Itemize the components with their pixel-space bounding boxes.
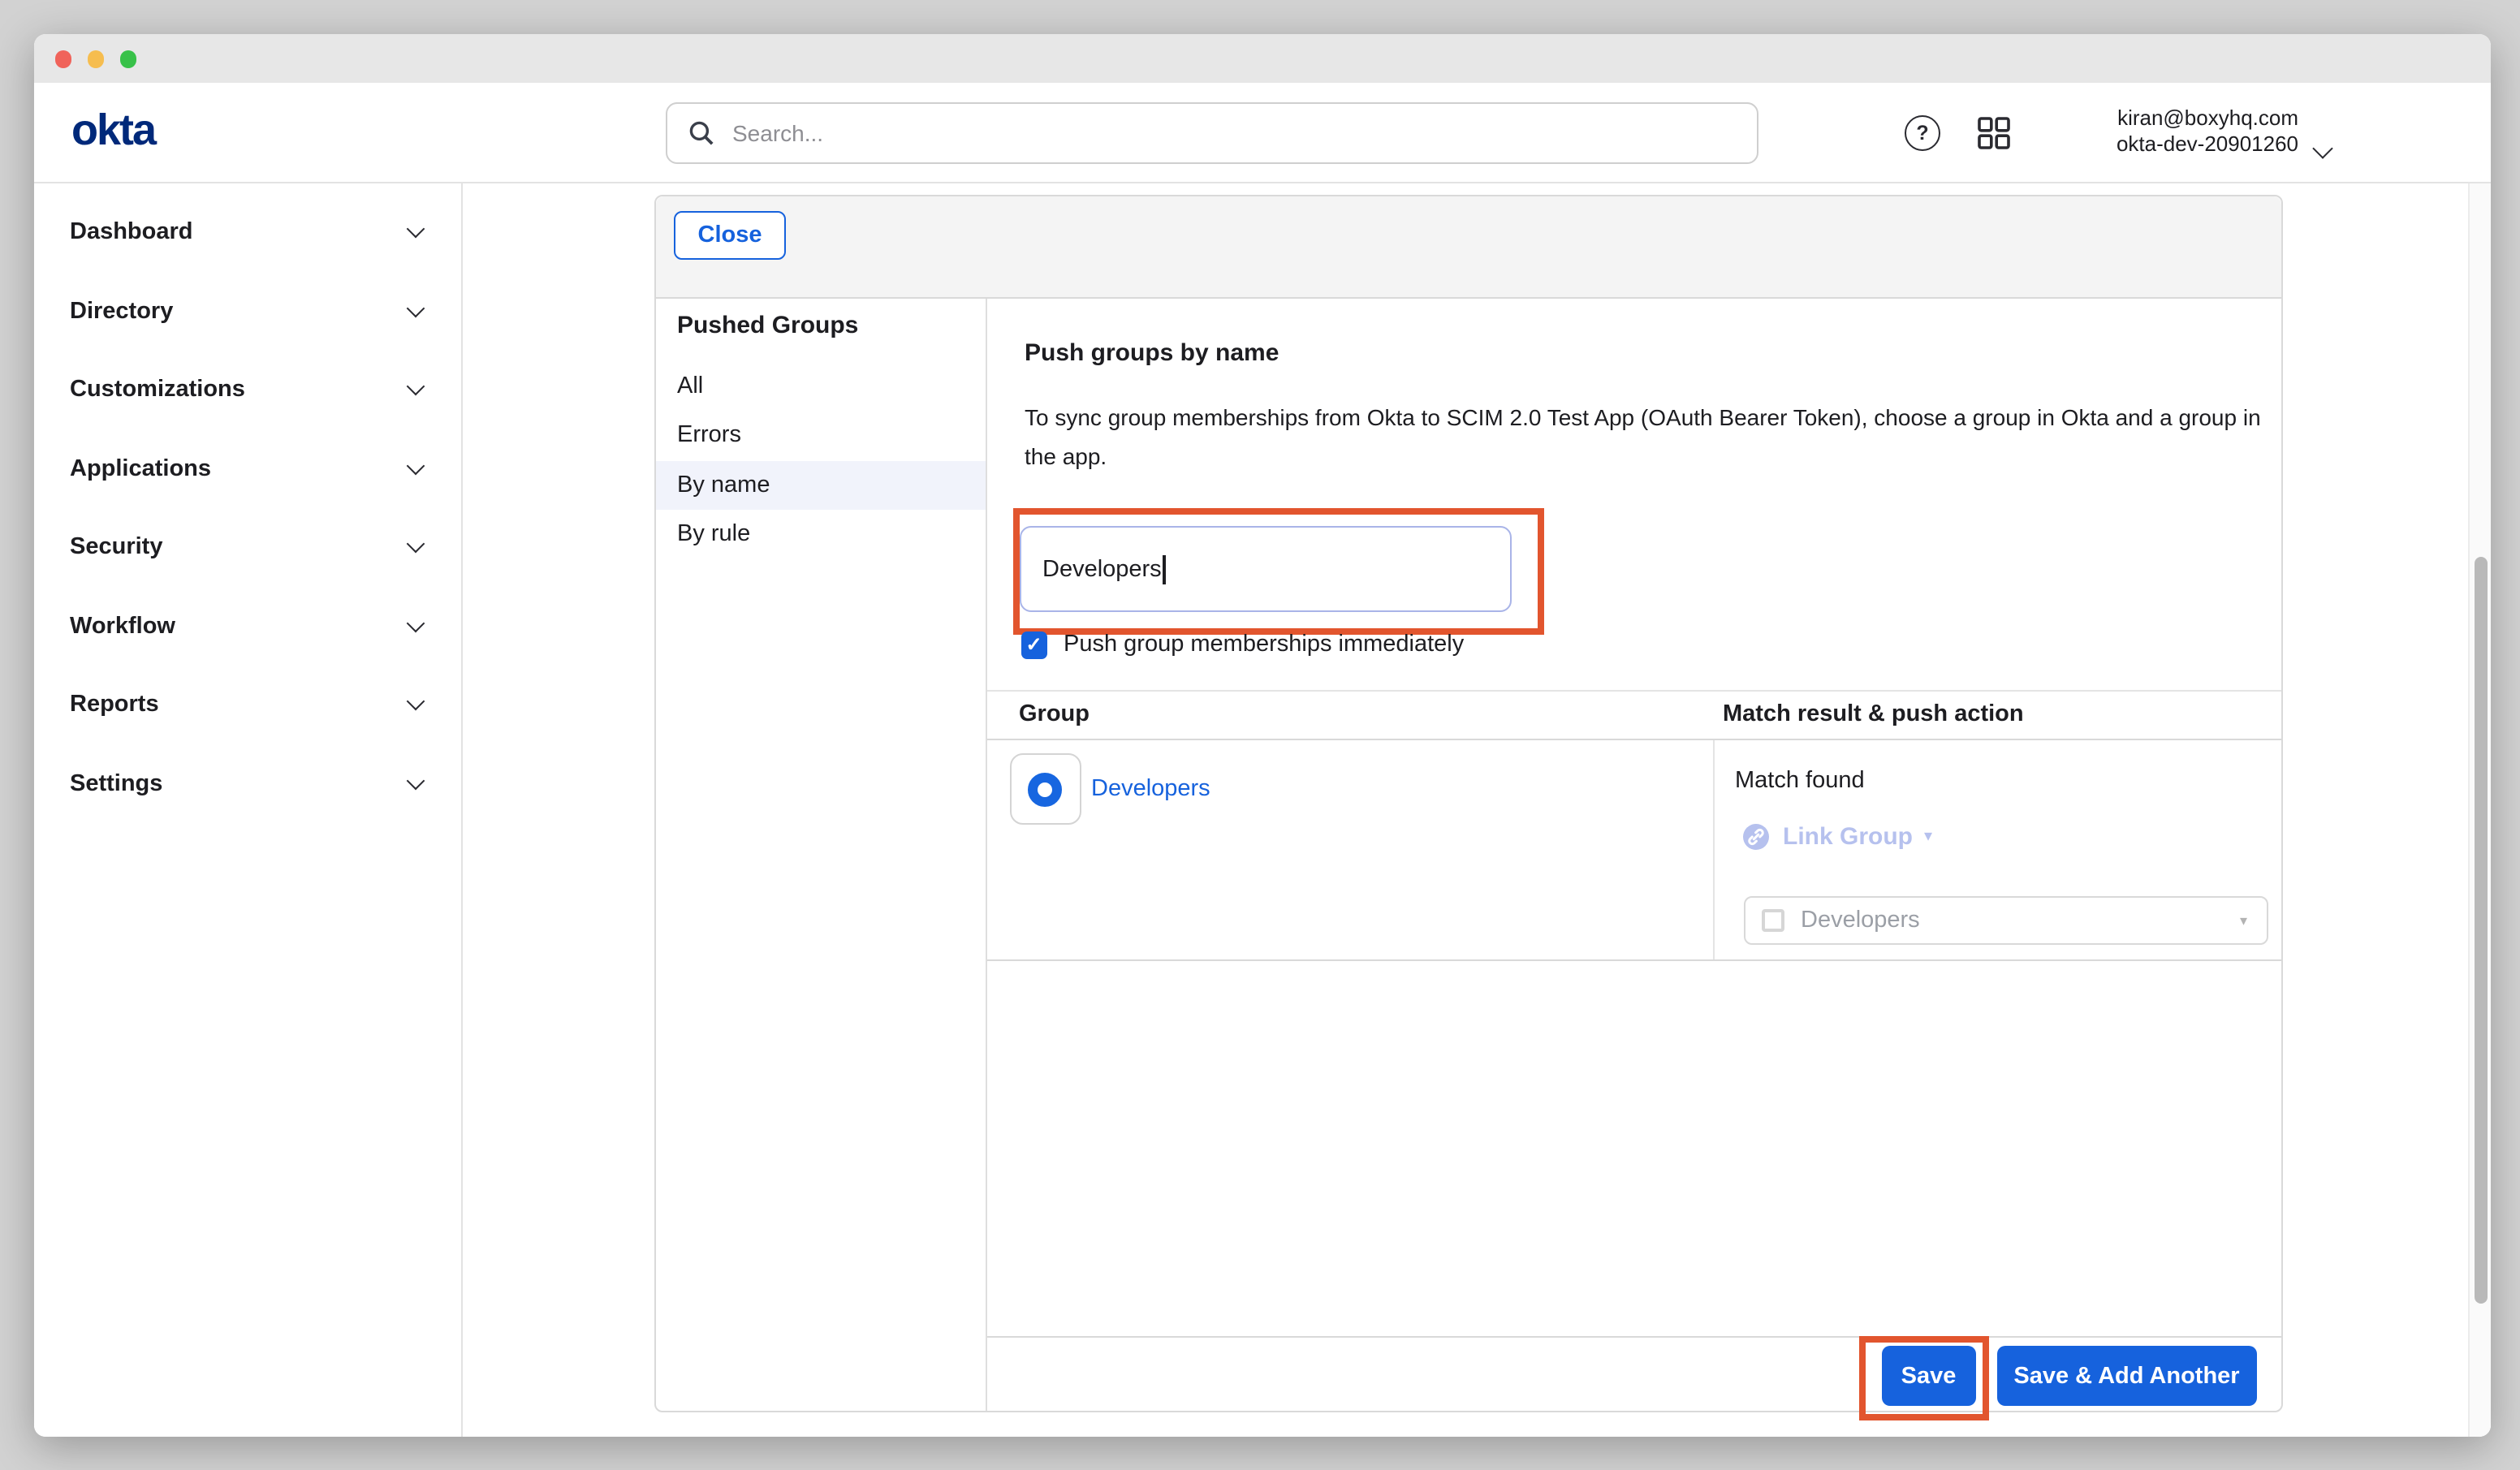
form-footer: Save Save & Add Another — [986, 1335, 2281, 1410]
table-header: Group Match result & push action — [986, 690, 2281, 740]
nav-item-errors[interactable]: Errors — [656, 412, 985, 461]
sidebar-item-label: Settings — [70, 771, 162, 797]
nav-item-by-rule[interactable]: By rule — [656, 510, 985, 559]
pushed-groups-list: All Errors By name By rule — [656, 362, 985, 558]
nav-item-all[interactable]: All — [656, 362, 985, 412]
link-group-label: Link Group — [1783, 823, 1913, 851]
pushed-groups-nav: Pushed Groups All Errors By name By rule — [656, 299, 986, 1410]
apps-grid-icon[interactable] — [1976, 115, 2012, 151]
sidebar-item-label: Dashboard — [70, 220, 193, 246]
browser-window: okta ? kiran@boxyhq.com okta-dev-2090126… — [34, 34, 2490, 1436]
push-by-name-form: Push groups by name To sync group member… — [986, 299, 2281, 1410]
sidebar-item-label: Directory — [70, 299, 173, 325]
panel-toolbar: Close — [656, 196, 2281, 299]
sidebar-item-label: Workflow — [70, 614, 175, 640]
save-add-another-button[interactable]: Save & Add Another — [1997, 1346, 2256, 1406]
user-email: kiran@boxyhq.com — [2117, 106, 2298, 131]
search-input[interactable] — [729, 118, 1757, 147]
nav-item-by-name[interactable]: By name — [656, 460, 985, 510]
panel-body: Pushed Groups All Errors By name By rule… — [656, 299, 2281, 1410]
link-group-caret-down-icon: ▾ — [1924, 828, 1932, 846]
user-menu[interactable]: kiran@boxyhq.com okta-dev-20901260 — [2117, 106, 2298, 157]
main-area: Dashboard Directory Customizations Appli… — [34, 183, 2490, 1436]
help-icon[interactable]: ? — [1905, 115, 1940, 151]
sidebar: Dashboard Directory Customizations Appli… — [34, 183, 462, 1436]
sidebar-item-label: Applications — [70, 456, 211, 482]
chevron-down-icon — [406, 692, 425, 711]
column-header-group: Group — [1019, 692, 1090, 742]
okta-logo: okta — [71, 106, 155, 154]
chevron-down-icon — [406, 220, 425, 239]
sidebar-item-reports[interactable]: Reports — [34, 666, 460, 744]
close-button[interactable]: Close — [674, 211, 786, 260]
sidebar-item-security[interactable]: Security — [34, 508, 460, 587]
group-icon — [1028, 772, 1062, 806]
help-glyph: ? — [1916, 122, 1928, 144]
sidebar-item-dashboard[interactable]: Dashboard — [34, 193, 460, 272]
push-immediately-checkbox[interactable]: ✓ — [1021, 632, 1047, 658]
text-cursor — [1163, 554, 1166, 584]
link-icon — [1742, 823, 1770, 851]
chevron-down-icon — [406, 299, 425, 317]
app-group-select[interactable]: Developers ▾ — [1744, 896, 2268, 945]
push-immediately-row: ✓ Push group memberships immediately — [1021, 632, 1464, 658]
org-id: okta-dev-20901260 — [2117, 131, 2298, 157]
match-result-cell: Match found — [1713, 740, 2281, 959]
window-titlebar — [34, 34, 2490, 84]
close-window-button[interactable] — [55, 51, 72, 68]
sidebar-item-workflow[interactable]: Workflow — [34, 587, 460, 666]
match-status: Match found — [1735, 768, 1865, 794]
sidebar-item-applications[interactable]: Applications — [34, 429, 460, 508]
desktop: okta ? kiran@boxyhq.com okta-dev-2090126… — [0, 0, 2520, 1470]
select-caret-down-icon: ▾ — [2240, 912, 2247, 929]
user-menu-chevron-down-icon — [2311, 138, 2332, 158]
pushed-groups-title: Pushed Groups — [656, 299, 985, 339]
form-description: To sync group memberships from Okta to S… — [1025, 398, 2262, 476]
chevron-down-icon — [406, 456, 425, 475]
scrollbar-track[interactable] — [2467, 183, 2490, 1436]
chevron-down-icon — [406, 377, 425, 396]
column-header-match-result: Match result & push action — [1723, 692, 2024, 742]
form-heading: Push groups by name — [1025, 339, 1279, 367]
minimize-window-button[interactable] — [88, 51, 105, 68]
chevron-down-icon — [406, 614, 425, 632]
chevron-down-icon — [406, 535, 425, 554]
chevron-down-icon — [406, 771, 425, 790]
push-immediately-label: Push group memberships immediately — [1064, 632, 1464, 658]
check-icon: ✓ — [1025, 636, 1042, 655]
content-area: Close Pushed Groups All Errors By name B… — [462, 183, 2490, 1436]
sidebar-item-settings[interactable]: Settings — [34, 744, 460, 823]
app-header: okta ? kiran@boxyhq.com okta-dev-2090126… — [34, 83, 2490, 183]
search-icon — [688, 119, 714, 145]
sidebar-item-directory[interactable]: Directory — [34, 272, 460, 351]
sidebar-item-label: Security — [70, 535, 162, 561]
group-link-developers[interactable]: Developers — [1091, 776, 1210, 802]
app-group-selected-value: Developers — [1801, 907, 1920, 933]
group-name-input-value: Developers — [1042, 556, 1162, 582]
sidebar-item-label: Reports — [70, 692, 159, 718]
save-button[interactable]: Save — [1881, 1346, 1976, 1406]
push-groups-panel: Close Pushed Groups All Errors By name B… — [654, 195, 2283, 1412]
sidebar-item-customizations[interactable]: Customizations — [34, 351, 460, 429]
group-name-input[interactable]: Developers — [1020, 526, 1512, 612]
zoom-window-button[interactable] — [120, 51, 137, 68]
sidebar-item-label: Customizations — [70, 377, 245, 403]
table-row: Developers Match found — [986, 740, 2281, 961]
global-search[interactable] — [666, 101, 1758, 163]
app-group-icon — [1762, 909, 1784, 932]
link-group-dropdown[interactable]: Link Group ▾ — [1742, 823, 1932, 851]
scrollbar-thumb[interactable] — [2474, 556, 2487, 1303]
group-avatar — [1009, 753, 1081, 825]
